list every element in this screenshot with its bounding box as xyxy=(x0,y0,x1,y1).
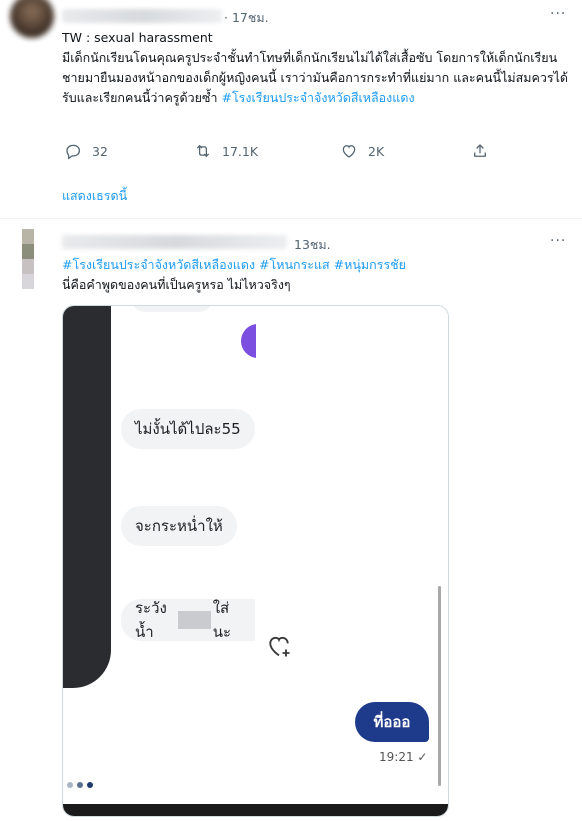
hashtags[interactable]: #โรงเรียนประจำจังหวัดสีเหลืองแดง #โหนกระ… xyxy=(62,255,572,275)
reply-icon xyxy=(66,144,81,160)
bottom-bar xyxy=(63,804,448,816)
retweet-button[interactable]: 17.1K xyxy=(194,142,258,160)
tweet-time[interactable]: 13ชม. xyxy=(294,235,331,255)
sent-time: 19:21 ✓ xyxy=(379,750,428,764)
typing-dot xyxy=(77,782,83,788)
tweet-time[interactable]: · 17ชม. xyxy=(224,8,269,28)
tweet-text: นี่คือคำพูดของคนที่เป็นครูหรอ ไม่ไหวจริง… xyxy=(62,277,291,292)
bubble-3-end: ใส่นะ xyxy=(212,599,231,641)
chat-bubble-3: ระวังน้ำ ใส่นะ xyxy=(121,599,255,641)
hashtag-link[interactable]: #โรงเรียนประจำจังหวัดสีเหลืองแดง xyxy=(221,90,414,105)
retweet-count: 17.1K xyxy=(222,143,259,159)
share-icon xyxy=(474,144,486,157)
scrollbar[interactable] xyxy=(438,586,441,786)
typing-dot xyxy=(67,782,73,788)
heart-icon xyxy=(342,145,356,158)
chat-bubble-2: จะกระหน่ำให้ xyxy=(121,506,237,546)
tweet-text-line1: TW : sexual harassment xyxy=(62,30,213,45)
censor-block xyxy=(178,611,211,629)
chat-bubble-1: ไม่งั้นได้ไปละ55 xyxy=(121,409,255,449)
heart-plus-icon[interactable] xyxy=(265,632,293,660)
tweet-text: มีเด็กนักเรียนโดนคุณครูประจำชั้นทำโทษที่… xyxy=(62,48,572,108)
panel-divider xyxy=(256,306,448,686)
more-options-icon[interactable]: ··· xyxy=(550,233,566,249)
like-count: 2K xyxy=(368,143,385,159)
retweet-icon xyxy=(196,144,210,158)
tweet-1[interactable]: · 17ชม. ··· TW : sexual harassment มีเด็… xyxy=(0,0,582,215)
avatar[interactable] xyxy=(22,229,34,289)
author-name-blurred[interactable] xyxy=(62,235,287,249)
typing-indicator xyxy=(67,782,93,788)
tweet-image[interactable]: ไม่งั้นได้ไปละ55 จะกระหน่ำให้ ระวังน้ำ ใ… xyxy=(62,305,449,817)
like-button[interactable]: 2K xyxy=(340,142,384,160)
typing-dot xyxy=(87,782,93,788)
tweet-2[interactable]: 13ชม. ··· #โรงเรียนประจำจังหวัดสีเหลืองแ… xyxy=(0,219,582,821)
author-name-blurred[interactable] xyxy=(62,9,222,23)
reply-button[interactable]: 32 xyxy=(64,142,108,160)
avatar[interactable] xyxy=(10,0,54,38)
dark-side-panel xyxy=(63,306,111,688)
more-options-icon[interactable]: ··· xyxy=(550,6,566,22)
share-button[interactable] xyxy=(471,142,499,160)
bubble-3-start: ระวังน้ำ xyxy=(135,599,167,641)
reply-count: 32 xyxy=(92,143,108,159)
partial-bubble xyxy=(131,306,213,312)
sent-message-bubble: ที่อออ xyxy=(355,702,429,742)
show-thread-link[interactable]: แสดงเธรดนี้ xyxy=(62,186,127,206)
